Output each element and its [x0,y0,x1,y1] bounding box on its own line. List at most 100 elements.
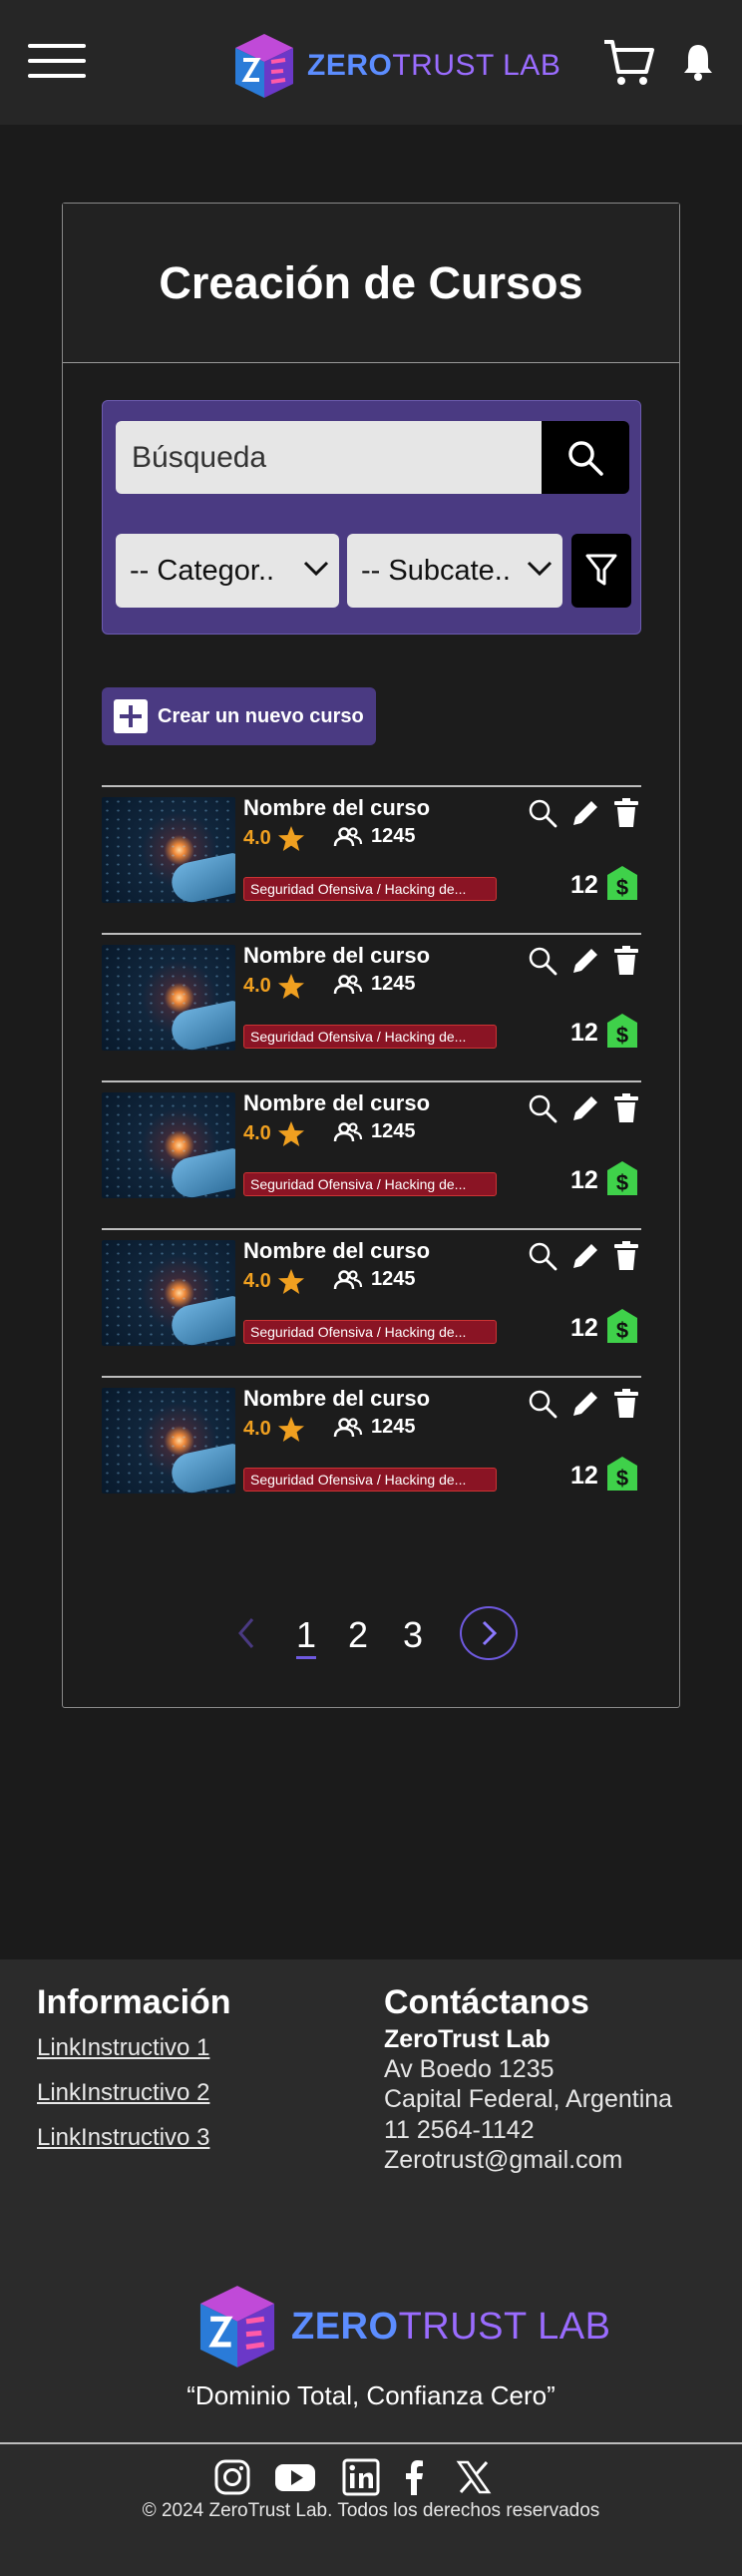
contact-email[interactable]: Zerotrust@gmail.com [384,2146,622,2175]
logo-wordmark: ZEROTRUST LAB [307,49,561,82]
users-icon [333,1121,363,1141]
x-twitter-icon[interactable] [454,2457,494,2497]
students-count: 1245 [371,973,416,995]
trash-icon[interactable] [612,945,640,977]
course-row[interactable]: Nombre del curso 4.0 1245 Seguridad Ofen… [102,1376,641,1523]
star-icon [277,1121,304,1146]
course-students: 1245 [333,1120,416,1143]
category-select-value: -- Categor.. [130,554,275,587]
linkedin-icon[interactable] [341,2457,381,2497]
trash-icon[interactable] [612,797,640,829]
rating-value: 4.0 [243,827,271,849]
footer-info-title: Información [37,1983,231,2021]
subcategory-select[interactable]: -- Subcate.. [347,534,562,608]
price-tag-icon: $ [607,866,637,900]
course-rating: 4.0 [243,973,305,1000]
users-icon [333,1417,363,1437]
search-icon[interactable] [527,945,558,977]
logo-wordmark: ZEROTRUST LAB [291,2305,611,2348]
course-rating: 4.0 [243,825,305,852]
edit-pencil-icon[interactable] [569,1240,601,1272]
svg-text:$: $ [616,1170,628,1195]
course-students: 1245 [333,1268,416,1291]
youtube-icon[interactable] [273,2457,317,2497]
course-creation-panel: Creación de Cursos -- Categor.. -- Subca… [62,203,680,1708]
trash-icon[interactable] [612,1092,640,1124]
search-icon[interactable] [527,1240,558,1272]
price-tag-icon: $ [607,1309,637,1343]
search-input[interactable] [116,421,542,494]
footer-tagline: “Dominio Total, Confianza Cero” [186,2380,556,2410]
edit-pencil-icon[interactable] [569,1092,601,1124]
category-tag: Seguridad Ofensiva / Hacking de... [243,1172,497,1196]
footer-link-1[interactable]: LinkInstructivo 1 [37,2034,209,2062]
page-title: Creación de Cursos [159,256,583,308]
chevron-right-icon [482,1620,498,1646]
edit-pencil-icon[interactable] [569,945,601,977]
search-icon[interactable] [527,1388,558,1420]
rating-value: 4.0 [243,1418,271,1440]
search-icon[interactable] [527,1092,558,1124]
logo[interactable]: ZEROTRUST LAB [229,26,560,106]
course-price: 12 [570,1166,598,1194]
course-students: 1245 [333,973,416,996]
trash-icon[interactable] [612,1240,640,1272]
rating-value: 4.0 [243,1270,271,1292]
course-row[interactable]: Nombre del curso 4.0 1245 Seguridad Ofen… [102,785,641,933]
footer-link-3[interactable]: LinkInstructivo 3 [37,2124,209,2152]
chevron-down-icon [303,561,329,577]
facebook-icon[interactable] [399,2457,429,2497]
users-icon [333,974,363,994]
star-icon [277,1417,304,1442]
course-name: Nombre del curso [243,1238,431,1263]
course-thumbnail [102,797,235,903]
course-thumbnail [102,1388,235,1494]
search-icon[interactable] [527,797,558,829]
pagination-prev-icon[interactable] [228,1613,264,1653]
bell-icon[interactable] [682,42,714,82]
filter-button[interactable] [571,534,631,608]
course-price: 12 [570,1019,598,1047]
create-course-button[interactable]: Crear un nuevo curso [102,687,376,745]
pagination-page-1[interactable]: 1 [296,1614,317,1659]
hamburger-menu-icon[interactable] [28,40,86,82]
course-rating: 4.0 [243,1268,305,1295]
star-icon [277,826,304,851]
star-icon [277,974,304,999]
rating-value: 4.0 [243,975,271,997]
course-row[interactable]: Nombre del curso 4.0 1245 Seguridad Ofen… [102,933,641,1080]
pagination-page-3[interactable]: 3 [403,1614,423,1656]
contact-address: Av Boedo 1235 [384,2055,555,2083]
search-button[interactable] [542,421,629,494]
footer-contact-title: Contáctanos [384,1983,589,2021]
course-students: 1245 [333,825,416,848]
course-name: Nombre del curso [243,943,431,968]
edit-pencil-icon[interactable] [569,797,601,829]
edit-pencil-icon[interactable] [569,1388,601,1420]
create-course-label: Crear un nuevo curso [158,704,364,727]
trash-icon[interactable] [612,1388,640,1420]
course-thumbnail [102,1092,235,1198]
price-tag-icon: $ [607,1161,637,1195]
subcategory-select-value: -- Subcate.. [361,554,511,587]
course-price: 12 [570,871,598,899]
svg-text:$: $ [616,1318,628,1343]
footer-link-2[interactable]: LinkInstructivo 2 [37,2079,209,2107]
rating-value: 4.0 [243,1122,271,1144]
course-rating: 4.0 [243,1120,305,1147]
star-icon [277,1269,304,1294]
category-tag: Seguridad Ofensiva / Hacking de... [243,1468,497,1492]
instagram-icon[interactable] [212,2457,252,2497]
course-row[interactable]: Nombre del curso 4.0 1245 Seguridad Ofen… [102,1080,641,1228]
price-tag-icon: $ [607,1014,637,1048]
search-icon [568,440,603,476]
cart-icon[interactable] [602,36,654,88]
course-name: Nombre del curso [243,1386,431,1411]
course-row[interactable]: Nombre del curso 4.0 1245 Seguridad Ofen… [102,1228,641,1376]
svg-text:$: $ [616,1023,628,1048]
course-name: Nombre del curso [243,1090,431,1115]
course-thumbnail [102,1240,235,1346]
pagination-next-button[interactable] [460,1606,518,1660]
category-select[interactable]: -- Categor.. [116,534,339,608]
pagination-page-2[interactable]: 2 [348,1614,368,1656]
